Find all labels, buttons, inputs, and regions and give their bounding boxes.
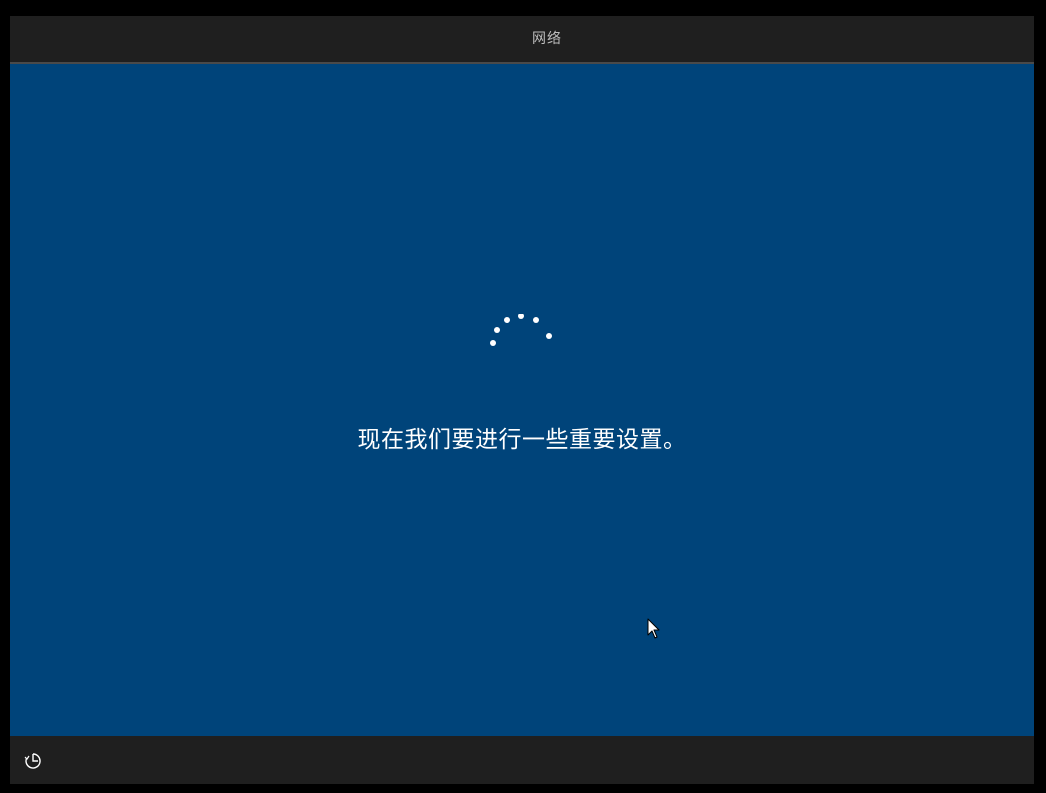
loading-dots-icon <box>490 314 552 346</box>
spinner-dot <box>533 317 539 323</box>
ease-of-access-icon <box>24 753 41 769</box>
bottom-bar <box>10 736 1034 784</box>
spinner-dot <box>518 314 524 319</box>
spinner-dot <box>490 340 496 346</box>
status-message: 现在我们要进行一些重要设置。 <box>357 427 687 453</box>
tab-network-label: 网络 <box>532 31 562 47</box>
main-content: 现在我们要进行一些重要设置。 <box>10 64 1034 736</box>
mouse-cursor-icon <box>647 618 660 639</box>
ease-of-access-button[interactable] <box>20 748 46 774</box>
spinner-dot <box>546 333 552 339</box>
spinner-dot <box>494 327 500 333</box>
tab-network[interactable]: 网络 <box>450 16 644 64</box>
top-bar: 网络 <box>10 16 1034 64</box>
oobe-window: 网络 现在我们要进行一些重要设置。 <box>10 16 1034 784</box>
spinner-dot <box>504 317 510 323</box>
